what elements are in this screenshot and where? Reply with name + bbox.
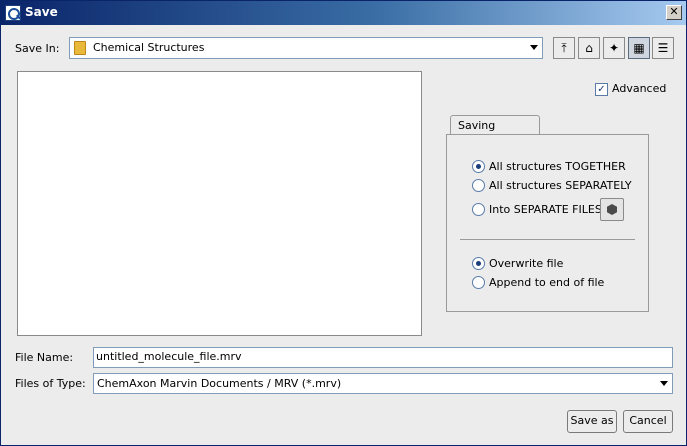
- radio-label: All structures SEPARATELY: [489, 179, 632, 192]
- list-view-icon: ▦: [633, 41, 645, 55]
- details-view-button[interactable]: ☰: [652, 37, 674, 59]
- radio-label: Overwrite file: [489, 257, 564, 270]
- radio-button[interactable]: [472, 160, 485, 173]
- files-of-type-label: Files of Type:: [15, 377, 86, 390]
- new-folder-icon: ✦: [608, 41, 620, 55]
- save-dialog: Save ✕ Save In: Chemical Structures ⤒ ⌂ …: [0, 0, 687, 446]
- divider: [460, 239, 635, 240]
- info-button[interactable]: [600, 198, 624, 221]
- home-button[interactable]: ⌂: [578, 37, 600, 59]
- window-title: Save: [25, 5, 58, 19]
- advanced-label: Advanced: [612, 82, 667, 95]
- advanced-checkbox[interactable]: ✓: [595, 83, 608, 96]
- title-bar[interactable]: Save ✕: [1, 1, 686, 25]
- save-in-label: Save In:: [15, 42, 60, 55]
- list-view-button[interactable]: ▦: [628, 37, 650, 59]
- chevron-down-icon: [660, 381, 668, 386]
- radio-button[interactable]: [472, 203, 485, 216]
- up-folder-icon: ⤒: [561, 41, 567, 55]
- cancel-button[interactable]: Cancel: [623, 410, 673, 433]
- radio-label: All structures TOGETHER: [489, 160, 626, 173]
- radio-label: Append to end of file: [489, 276, 605, 289]
- radio-button[interactable]: [472, 276, 485, 289]
- file-name-field[interactable]: [93, 347, 673, 368]
- close-button[interactable]: ✕: [666, 5, 682, 20]
- radio-button[interactable]: [472, 179, 485, 192]
- search-app-icon: [5, 5, 21, 21]
- new-folder-button[interactable]: ✦: [603, 37, 625, 59]
- details-view-icon: ☰: [657, 41, 669, 55]
- save-button[interactable]: Save as: [567, 410, 617, 433]
- chevron-down-icon: [530, 45, 538, 50]
- tab-saving-method[interactable]: Saving method: [450, 115, 540, 145]
- save-in-value: Chemical Structures: [93, 41, 205, 54]
- file-list-area[interactable]: [17, 71, 422, 336]
- files-of-type-value: ChemAxon Marvin Documents / MRV (*.mrv): [97, 377, 342, 390]
- radio-button[interactable]: [472, 257, 485, 270]
- home-icon: ⌂: [585, 41, 593, 55]
- file-name-label: File Name:: [15, 351, 74, 364]
- files-of-type-combo[interactable]: ChemAxon Marvin Documents / MRV (*.mrv): [93, 373, 673, 394]
- save-in-combo[interactable]: Chemical Structures: [69, 37, 543, 59]
- radio-label: Into SEPARATE FILES: [489, 203, 602, 216]
- folder-icon: [74, 41, 86, 55]
- up-folder-button[interactable]: ⤒: [553, 37, 575, 59]
- saving-method-panel: All structures TOGETHER All structures S…: [446, 134, 649, 312]
- file-name-input[interactable]: [96, 350, 666, 363]
- close-icon: ✕: [669, 5, 679, 18]
